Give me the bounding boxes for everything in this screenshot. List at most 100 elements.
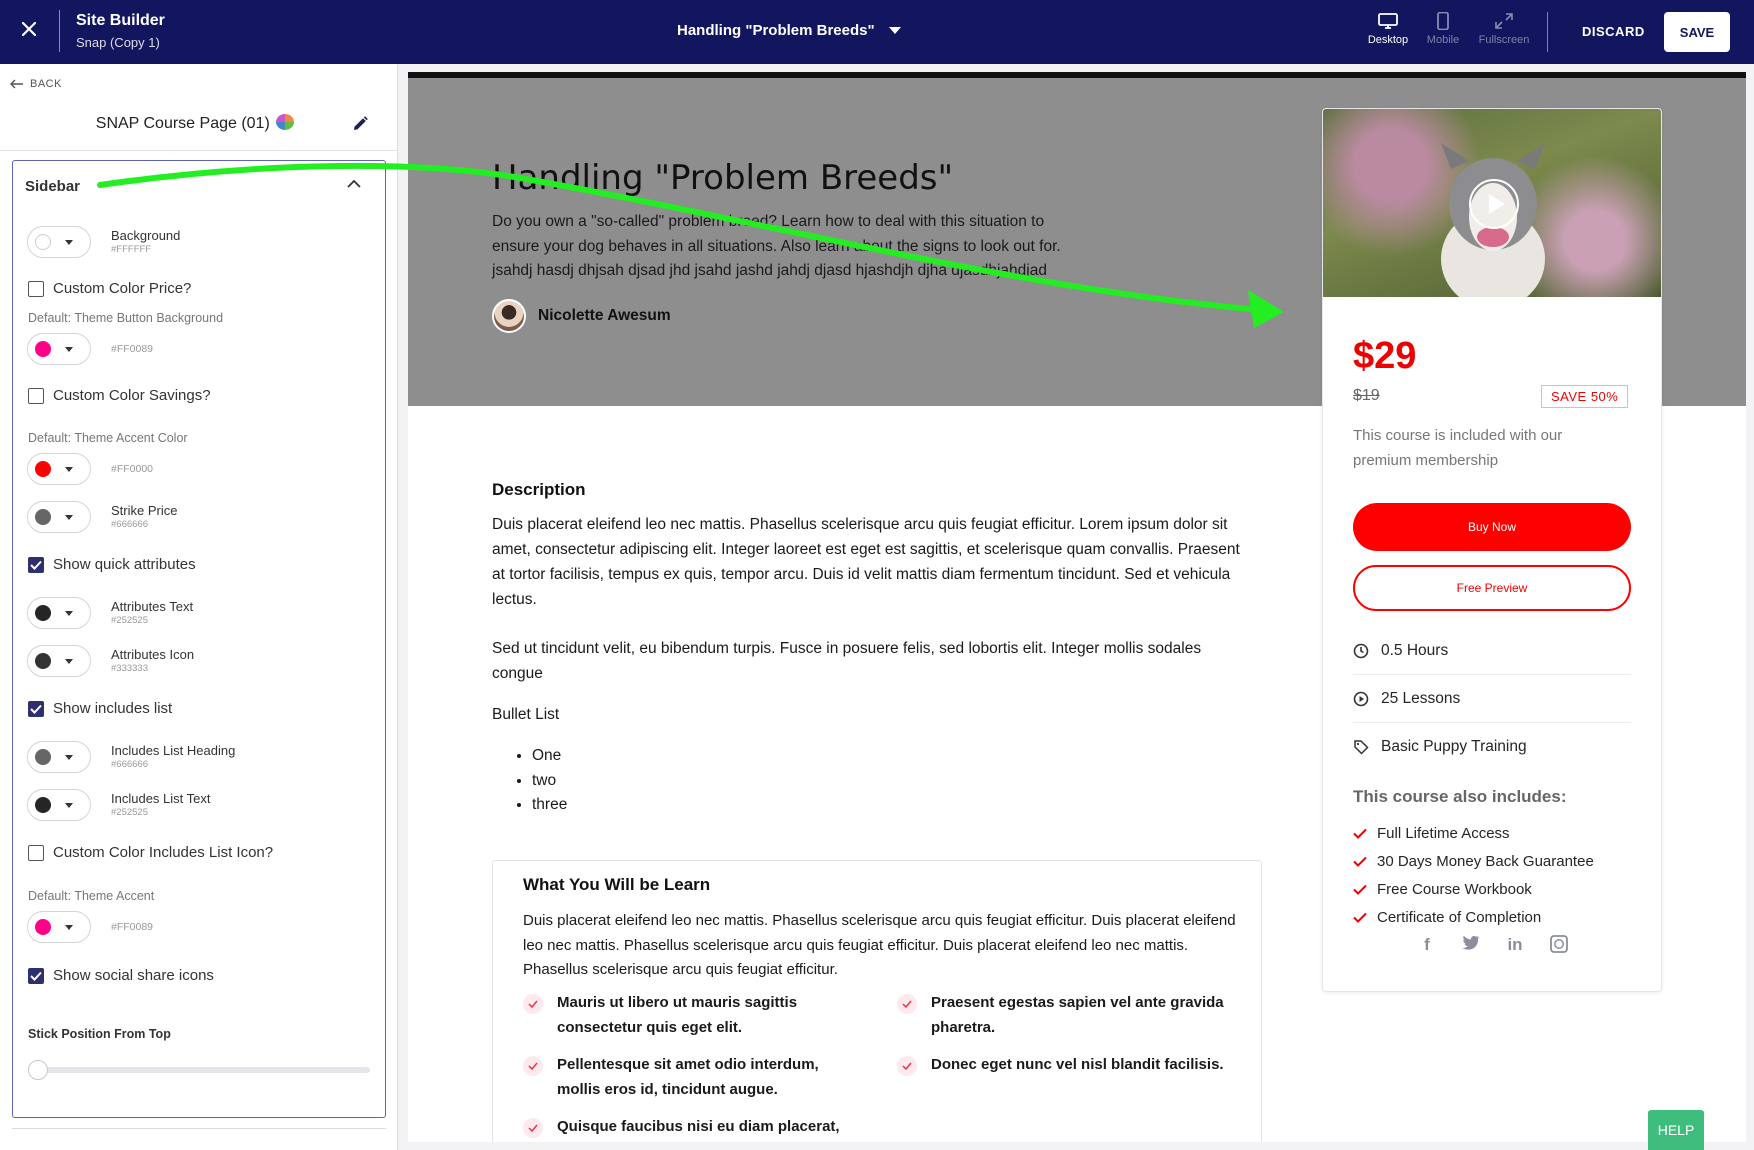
- page-title-text: SNAP Course Page (01): [95, 115, 270, 132]
- play-icon[interactable]: [1469, 179, 1519, 229]
- divider: [59, 10, 60, 52]
- control-label: Includes List Heading: [111, 743, 236, 758]
- edit-icon[interactable]: [351, 115, 369, 133]
- color-swatch: [35, 509, 51, 525]
- color-picker-button[interactable]: [27, 911, 91, 943]
- color-hex: #252525: [111, 807, 148, 818]
- attribute-text: 25 Lessons: [1381, 689, 1461, 707]
- attributes-icon-color-control: Attributes Icon #333333: [27, 645, 194, 677]
- check-icon: [30, 560, 42, 570]
- control-label: Includes List Text: [111, 791, 211, 806]
- attribute-row: 0.5 Hours: [1353, 627, 1631, 675]
- checkbox-box[interactable]: [28, 700, 44, 717]
- savings-badge: SAVE 50%: [1541, 385, 1629, 408]
- whatsapp-icon[interactable]: [1550, 935, 1568, 958]
- stick-position-slider-track[interactable]: [28, 1067, 370, 1073]
- check-icon: [897, 994, 917, 1014]
- view-fullscreen-button[interactable]: Fullscreen: [1474, 12, 1534, 46]
- checkbox-label: Show includes list: [53, 700, 173, 717]
- checkbox-label: Show quick attributes: [53, 556, 196, 573]
- checkbox-label: Show social share icons: [53, 967, 214, 984]
- page-preview: Handling "Problem Breeds" Do you own a "…: [408, 72, 1746, 1142]
- caret-down-icon: [65, 924, 73, 930]
- color-picker-button[interactable]: [27, 333, 91, 365]
- check-icon: [523, 1118, 543, 1138]
- discard-button[interactable]: DISCARD: [1582, 24, 1645, 39]
- chevron-down-icon: [888, 27, 901, 34]
- color-swatch: [35, 234, 51, 250]
- free-preview-button[interactable]: Free Preview: [1353, 565, 1631, 611]
- help-button[interactable]: HELP: [1648, 1110, 1704, 1150]
- save-button[interactable]: SAVE: [1664, 12, 1730, 52]
- color-picker-button[interactable]: [27, 226, 91, 258]
- checkbox-box[interactable]: [28, 280, 44, 297]
- attribute-row: Basic Puppy Training: [1353, 723, 1631, 771]
- learn-item: Quisque faucibus nisi eu diam placerat,: [523, 1115, 863, 1140]
- description-heading: Description: [492, 480, 586, 499]
- list-item: Certificate of Completion: [1353, 903, 1594, 931]
- learn-item-text: Donec eget nunc vel nisl blandit facilis…: [931, 1056, 1224, 1073]
- back-link[interactable]: BACK: [10, 78, 62, 90]
- caret-down-icon: [65, 610, 73, 616]
- learn-item: Donec eget nunc vel nisl blandit facilis…: [897, 1053, 1237, 1078]
- list-item: three: [532, 793, 567, 818]
- facebook-icon[interactable]: f: [1418, 935, 1436, 958]
- checkbox-box[interactable]: [28, 967, 44, 984]
- checkbox-label: Custom Color Savings?: [53, 387, 211, 404]
- buy-now-button[interactable]: Buy Now: [1353, 503, 1631, 551]
- check-icon: [1353, 912, 1367, 923]
- caret-down-icon: [65, 346, 73, 352]
- checkbox-box[interactable]: [28, 387, 44, 404]
- list-item: 30 Days Money Back Guarantee: [1353, 847, 1594, 875]
- twitter-icon[interactable]: [1462, 935, 1480, 958]
- stick-position-slider-thumb[interactable]: [28, 1060, 48, 1080]
- learn-item: Mauris ut libero ut mauris sagittis cons…: [523, 991, 863, 1040]
- learn-item-text: Mauris ut libero ut mauris sagittis cons…: [557, 994, 798, 1036]
- color-picker-button[interactable]: [27, 453, 91, 485]
- course-video-thumbnail[interactable]: [1323, 109, 1661, 309]
- includes-item-text: Full Lifetime Access: [1377, 824, 1510, 842]
- attribute-text: Basic Puppy Training: [1381, 738, 1527, 755]
- back-label: BACK: [30, 78, 62, 90]
- site-name: Snap (Copy 1): [76, 35, 160, 50]
- page-selector-label: Handling "Problem Breeds": [677, 22, 875, 39]
- learn-item: Praesent egestas sapien vel ante gravida…: [897, 991, 1237, 1040]
- close-icon[interactable]: [18, 18, 40, 40]
- course-summary: Do you own a "so-called" problem breed? …: [492, 213, 1061, 279]
- show-social-icons-checkbox[interactable]: Show social share icons: [28, 967, 214, 984]
- check-icon: [30, 704, 42, 714]
- section-title[interactable]: Sidebar: [25, 178, 80, 195]
- view-desktop-button[interactable]: Desktop: [1358, 12, 1418, 46]
- color-picker-button[interactable]: [27, 789, 91, 821]
- chevron-up-icon[interactable]: [347, 179, 361, 189]
- linkedin-icon[interactable]: in: [1506, 935, 1524, 958]
- color-hex: #252525: [111, 615, 148, 626]
- author-name: Nicolette Awesum: [538, 307, 671, 324]
- checkbox-label: Custom Color Includes List Icon?: [53, 844, 274, 861]
- includes-text-color-control: Includes List Text #252525: [27, 789, 210, 821]
- caret-down-icon: [65, 754, 73, 760]
- checkbox-box[interactable]: [28, 844, 44, 861]
- custom-color-savings-checkbox[interactable]: Custom Color Savings?: [28, 387, 211, 404]
- custom-color-price-checkbox[interactable]: Custom Color Price?: [28, 280, 191, 297]
- color-swatch: [35, 461, 51, 477]
- color-picker-button[interactable]: [27, 597, 91, 629]
- includes-list: Full Lifetime Access 30 Days Money Back …: [1353, 819, 1594, 931]
- page-selector[interactable]: Handling "Problem Breeds": [677, 22, 901, 39]
- color-swatch: [35, 919, 51, 935]
- page-title: SNAP Course Page (01): [0, 114, 390, 133]
- checkbox-box[interactable]: [28, 556, 44, 573]
- attribute-row: 25 Lessons: [1353, 675, 1631, 723]
- color-picker-button[interactable]: [27, 501, 91, 533]
- checkbox-label: Custom Color Price?: [53, 280, 192, 297]
- show-quick-attributes-checkbox[interactable]: Show quick attributes: [28, 556, 196, 573]
- color-picker-button[interactable]: [27, 741, 91, 773]
- view-mobile-button[interactable]: Mobile: [1413, 12, 1473, 46]
- show-includes-list-checkbox[interactable]: Show includes list: [28, 700, 172, 717]
- top-bar: Site Builder Snap (Copy 1) Handling "Pro…: [0, 0, 1754, 64]
- color-picker-button[interactable]: [27, 645, 91, 677]
- custom-color-includes-icon-checkbox[interactable]: Custom Color Includes List Icon?: [28, 844, 273, 861]
- color-swatch: [35, 749, 51, 765]
- check-icon: [1353, 884, 1367, 895]
- description-paragraph: Sed ut tincidunt velit, eu bibendum turp…: [492, 640, 1202, 682]
